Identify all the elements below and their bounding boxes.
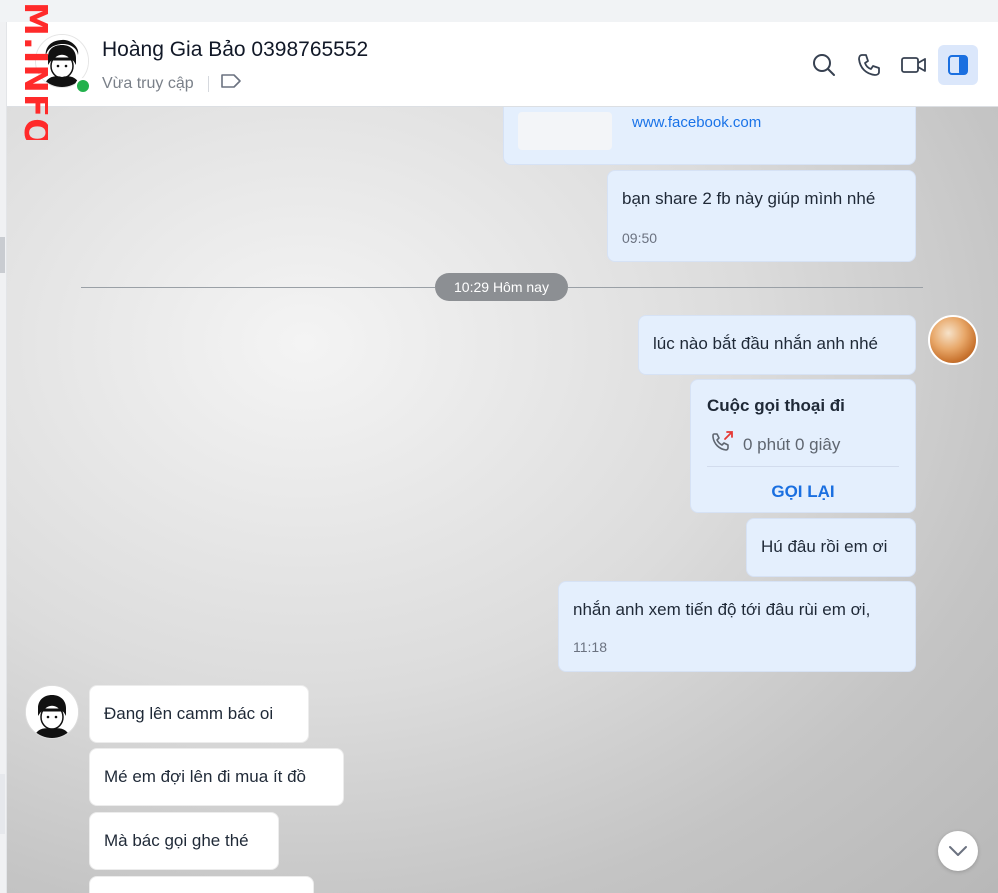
message-text: Mà bác gọi ghe thé — [104, 831, 249, 850]
outgoing-message[interactable]: lúc nào bắt đầu nhắn anh nhé — [638, 315, 916, 375]
date-divider-line-left — [81, 287, 435, 288]
link-thumbnail[interactable] — [518, 112, 612, 150]
phone-call-icon[interactable] — [856, 52, 882, 78]
watermark: M.INFO — [8, 0, 48, 140]
search-icon[interactable] — [811, 52, 837, 78]
left-scroll-handle[interactable] — [0, 237, 5, 273]
online-indicator — [75, 78, 91, 94]
message-text: Mé em đợi lên đi mua ít đồ — [104, 767, 307, 786]
incoming-message[interactable]: Mé em đợi lên đi mua ít đồ — [89, 748, 344, 806]
tag-icon[interactable] — [220, 73, 242, 94]
message-text: bạn share 2 fb này giúp mình nhé — [622, 189, 876, 208]
outgoing-message[interactable]: bạn share 2 fb này giúp mình nhé 09:50 — [607, 170, 916, 262]
incoming-message[interactable]: Mà bác gọi ghe thé — [89, 812, 279, 870]
call-card[interactable]: Cuộc gọi thoại đi 0 phút 0 giây GỌI LẠI — [690, 379, 916, 513]
date-divider-line-right — [568, 287, 923, 288]
side-panel-icon — [948, 55, 968, 75]
call-card-separator — [707, 466, 899, 467]
message-text: lúc nào bắt đầu nhắn anh nhé — [653, 334, 878, 353]
call-back-button[interactable]: GỌI LẠI — [691, 482, 915, 502]
watermark-text: M.INFO — [16, 2, 48, 140]
message-time: 09:50 — [622, 230, 658, 246]
contact-status: Vừa truy cập — [102, 75, 194, 92]
chat-header: Hoàng Gia Bảo 0398765552 Vừa truy cập — [7, 22, 998, 107]
message-text: nhắn anh xem tiến độ tới đâu rùi em ơi, — [573, 600, 871, 619]
message-text: Đang lên camm bác oi — [104, 704, 274, 723]
link-url[interactable]: www.facebook.com — [632, 114, 761, 131]
link-card-message[interactable]: www.facebook.com — [503, 107, 916, 165]
left-edge-strip — [0, 22, 7, 893]
contact-name[interactable]: Hoàng Gia Bảo 0398765552 — [102, 38, 368, 62]
scroll-to-bottom-button[interactable] — [938, 831, 978, 871]
outgoing-call-icon — [711, 430, 735, 457]
video-call-icon[interactable] — [900, 52, 926, 78]
my-avatar[interactable] — [928, 315, 978, 365]
window-top-strip — [0, 0, 998, 22]
toggle-side-panel-button[interactable] — [938, 45, 978, 85]
call-duration: 0 phút 0 giây — [743, 435, 841, 454]
outgoing-message[interactable]: Hú đâu rồi em ơi — [746, 518, 916, 577]
contact-avatar-small[interactable] — [25, 685, 79, 739]
outgoing-message[interactable]: nhắn anh xem tiến độ tới đâu rùi em ơi, … — [558, 581, 916, 672]
incoming-message-partial[interactable] — [89, 876, 314, 893]
chat-area[interactable]: www.facebook.com bạn share 2 fb này giúp… — [7, 107, 998, 893]
date-divider: 10:29 Hôm nay — [435, 273, 568, 301]
header-separator — [208, 76, 209, 92]
message-text: Hú đâu rồi em ơi — [761, 537, 888, 556]
message-time: 11:18 — [573, 639, 607, 655]
chevron-down-icon — [949, 846, 967, 856]
incoming-message[interactable]: Đang lên camm bác oi — [89, 685, 309, 743]
left-edge-highlight — [0, 774, 5, 834]
call-title: Cuộc gọi thoại đi — [707, 396, 845, 415]
